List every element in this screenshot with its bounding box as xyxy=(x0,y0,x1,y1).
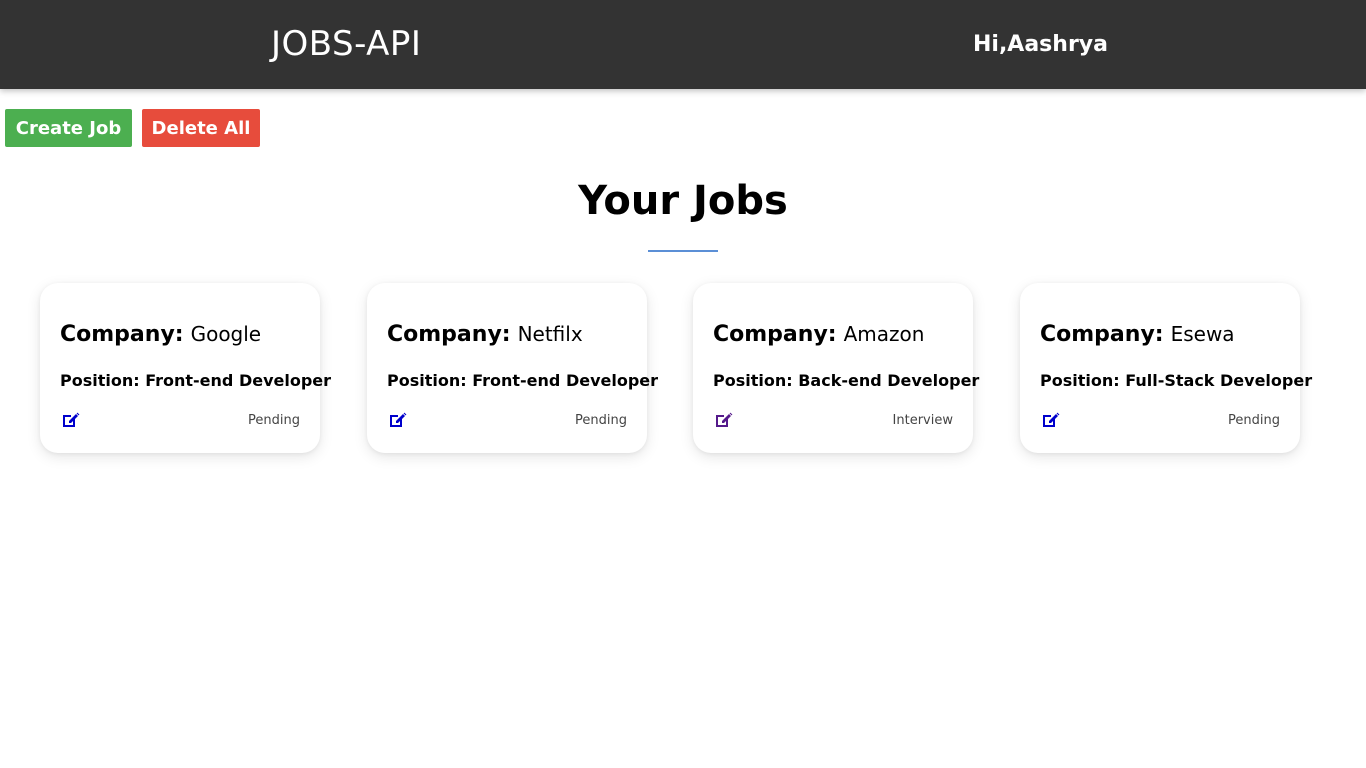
job-position: Position: Back-end Developer xyxy=(713,371,980,390)
company-name: Netfilx xyxy=(517,322,583,346)
edit-icon[interactable] xyxy=(60,410,80,430)
job-card: Company: Esewa Position: Full-Stack Deve… xyxy=(1020,283,1312,453)
brand-title: JOBS-API xyxy=(271,24,422,64)
job-status: Pending xyxy=(575,413,627,428)
title-underline xyxy=(648,250,718,252)
job-status: Pending xyxy=(1228,413,1280,428)
edit-icon[interactable] xyxy=(1040,410,1060,430)
job-company: Company: Esewa xyxy=(1040,322,1235,347)
navbar: JOBS-API Hi,Aashrya xyxy=(0,0,1366,89)
job-card: Company: Amazon Position: Back-end Devel… xyxy=(693,283,979,453)
job-status: Interview xyxy=(892,413,953,428)
job-card: Company: Google Position: Front-end Deve… xyxy=(40,283,331,453)
company-name: Esewa xyxy=(1170,322,1235,346)
job-company: Company: Netfilx xyxy=(387,322,583,347)
page-title: Your Jobs xyxy=(578,178,788,224)
create-job-button[interactable]: Create Job xyxy=(5,109,132,147)
job-position: Position: Front-end Developer xyxy=(60,371,332,390)
job-status: Pending xyxy=(248,413,300,428)
job-company: Company: Amazon xyxy=(713,322,924,347)
user-greeting: Hi,Aashrya xyxy=(973,32,1108,57)
edit-icon[interactable] xyxy=(713,410,733,430)
job-card: Company: Netfilx Position: Front-end Dev… xyxy=(367,283,658,453)
company-name: Amazon xyxy=(843,322,925,346)
job-position: Position: Front-end Developer xyxy=(387,371,659,390)
company-label: Company: xyxy=(60,322,184,347)
company-name: Google xyxy=(190,322,262,346)
company-label: Company: xyxy=(387,322,511,347)
job-company: Company: Google xyxy=(60,322,261,347)
company-label: Company: xyxy=(713,322,837,347)
job-position: Position: Full-Stack Developer xyxy=(1040,371,1313,390)
delete-all-button[interactable]: Delete All xyxy=(142,109,260,147)
company-label: Company: xyxy=(1040,322,1164,347)
edit-icon[interactable] xyxy=(387,410,407,430)
